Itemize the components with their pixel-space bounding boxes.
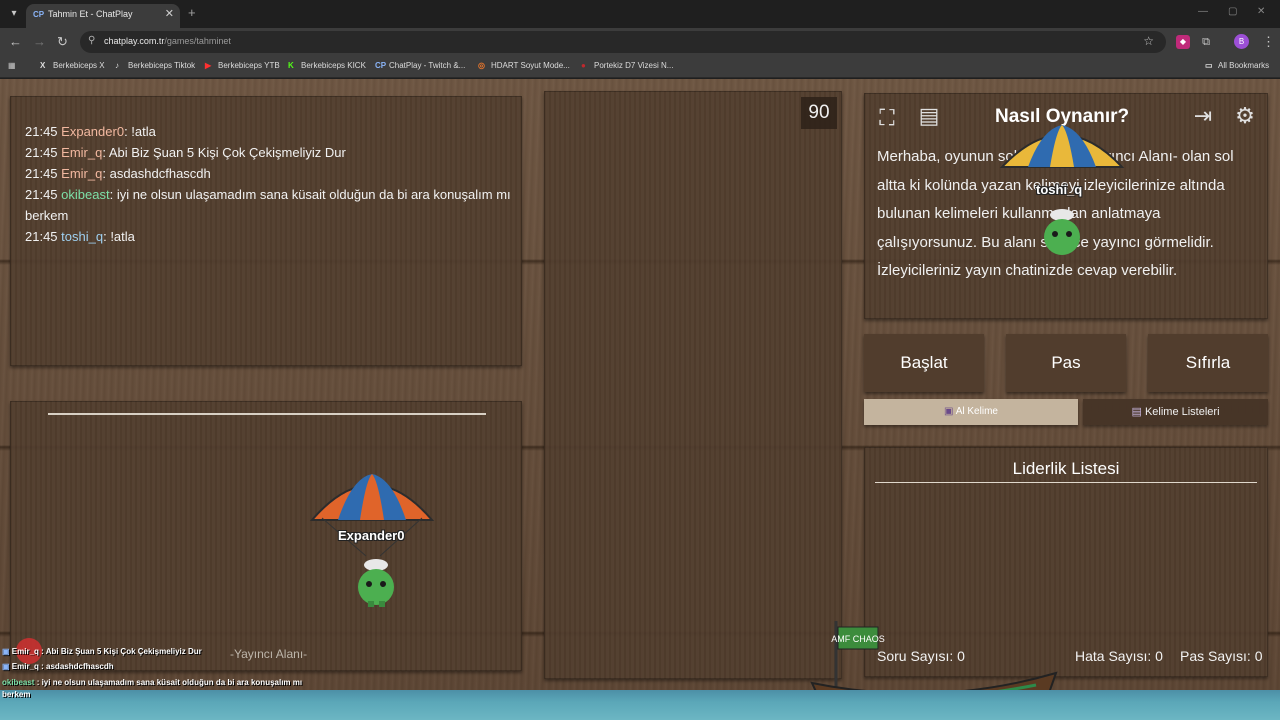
url-text: chatplay.com.tr/games/tahminet (104, 36, 231, 46)
pass-button[interactable]: Pas (1006, 334, 1126, 392)
word-icon: ▣ (944, 406, 954, 417)
streamer-panel (10, 401, 522, 671)
bookmark-item[interactable]: ♪ Berkebiceps Tiktok (115, 61, 195, 70)
chat-message: 21:45 toshi_q: !atla (25, 229, 135, 244)
close-icon[interactable]: ✕ (165, 7, 174, 20)
reload-button[interactable]: ↻ (57, 34, 68, 50)
fullscreen-icon[interactable]: ⛶ (870, 101, 904, 135)
back-button[interactable]: ← (9, 34, 22, 49)
chat-log: 21:45 Expander0: !atla 21:45 Emir_q: Abi… (25, 121, 515, 247)
overlay-chat-line: ▣ Emir_q : asdashdcfhascdh (2, 662, 114, 671)
bookmarks-bar: ▦ X Berkebiceps X ♪ Berkebiceps Tiktok ▶ Be… (0, 56, 1280, 78)
overlay-chat-line: berkem (2, 690, 31, 699)
player-name-label: toshi_q (1036, 182, 1083, 197)
pass-count: Pas Sayısı: 0 (1180, 648, 1263, 664)
leaderboard-title: Liderlik Listesi (1012, 459, 1120, 478)
word-underline (48, 413, 486, 415)
chat-username: Expander0 (61, 124, 125, 139)
overlay-chat-line: okibeast : iyi ne olsun ulaşamadım sana … (2, 678, 303, 687)
bookmark-item[interactable]: ▶ Berkebiceps YTB (205, 61, 280, 70)
bookmark-item[interactable]: K Berkebiceps KICK (288, 61, 366, 70)
chatplay-favicon-icon: CP (33, 10, 45, 19)
player-name-label: Expander0 (338, 528, 405, 543)
chatplay-logo-icon: CP (375, 61, 387, 70)
kick-logo-icon: K (288, 61, 294, 70)
bookmark-item[interactable]: CP ChatPlay - Twitch &... (375, 61, 465, 70)
center-column (544, 91, 842, 679)
forward-button[interactable]: → (33, 34, 46, 49)
tab-bar: ▾ CP Tahmin Et - ChatPlay ✕ + — ▢ ✕ (0, 0, 1280, 28)
bookmark-item[interactable]: ● Portekiz D7 Vizesi N... (581, 61, 673, 70)
apps-grid-icon[interactable]: ▦ (8, 61, 16, 70)
chat-username: toshi_q (61, 229, 104, 244)
list-icon: ▤ (1131, 406, 1142, 418)
settings-gear-icon[interactable]: ⚙ (1228, 99, 1262, 133)
logout-icon[interactable]: ⇥ (1186, 99, 1220, 133)
water-strip (0, 690, 1280, 720)
x-logo-icon: X (40, 61, 46, 70)
countdown-timer: 90 (801, 97, 837, 129)
tab-search-button[interactable]: ▾ (6, 6, 22, 22)
get-word-button[interactable]: ▣ Al Kelime (864, 399, 1078, 425)
platform-icon: ▣ (2, 647, 10, 656)
game-area: 21:45 Expander0: !atla 21:45 Emir_q: Abi… (0, 79, 1280, 720)
chat-panel: 21:45 Expander0: !atla 21:45 Emir_q: Abi… (10, 96, 522, 366)
browser-tab[interactable]: CP Tahmin Et - ChatPlay ✕ (26, 4, 180, 28)
frog-character-icon (1044, 209, 1080, 255)
maximize-button[interactable]: ▢ (1228, 6, 1237, 17)
url-host: chatplay.com.tr (104, 36, 165, 46)
start-button[interactable]: Başlat (864, 334, 984, 392)
reset-button[interactable]: Sıfırla (1148, 334, 1268, 392)
chat-message: 21:45 Emir_q: Abi Biz Şuan 5 Kişi Çok Çe… (25, 145, 346, 160)
youtube-logo-icon: ▶ (205, 61, 212, 70)
browser-menu-icon[interactable]: ⋮ (1262, 34, 1275, 50)
bookmark-item[interactable]: X Berkebiceps X (40, 61, 105, 70)
address-bar[interactable]: ⚲ chatplay.com.tr/games/tahminet ☆ (80, 31, 1166, 53)
chat-message: 21:45 okibeast: iyi ne olsun ulaşamadım … (25, 187, 511, 223)
window-close-button[interactable]: ✕ (1257, 6, 1265, 17)
folder-icon: ▭ (1205, 61, 1213, 70)
minimize-button[interactable]: — (1198, 6, 1208, 17)
chat-message: 21:45 Expander0: !atla (25, 124, 156, 139)
site-info-icon[interactable]: ⚲ (88, 35, 95, 46)
bookmark-item[interactable]: ◎ HDART Soyut Mode... (478, 61, 570, 70)
all-bookmarks-button[interactable]: ▭ All Bookmarks (1205, 61, 1269, 70)
parachute-player-toshi (999, 125, 1125, 168)
notes-icon[interactable]: ▤ (912, 99, 946, 133)
tiktok-logo-icon: ♪ (115, 61, 119, 70)
chat-username: okibeast (61, 187, 110, 202)
overlay-chat-line: ▣ Emir_q : Abi Biz Şuan 5 Kişi Çok Çekiş… (2, 647, 202, 656)
chat-username: Emir_q (61, 166, 103, 181)
new-tab-button[interactable]: + (188, 5, 196, 20)
url-path: /games/tahminet (164, 36, 231, 46)
parachute-player-expander (309, 474, 435, 557)
extensions-puzzle-icon[interactable]: ⧉ (1199, 35, 1213, 49)
navigation-bar: ← → ↻ ⚲ chatplay.com.tr/games/tahminet ☆… (0, 28, 1280, 56)
tab-title: Tahmin Et - ChatPlay (48, 9, 133, 19)
boat-sign-text: AMF CHAOS (831, 634, 885, 644)
platform-icon: ▣ (2, 662, 10, 671)
hdart-logo-icon: ◎ (478, 61, 485, 70)
portugal-flag-icon: ● (581, 61, 586, 70)
error-count: Hata Sayısı: 0 (1075, 648, 1163, 664)
chat-username: Emir_q (61, 145, 103, 160)
profile-avatar[interactable]: B (1234, 34, 1249, 49)
bookmark-star-icon[interactable]: ☆ (1143, 34, 1154, 48)
frog-character-icon (358, 559, 394, 607)
extension-icon[interactable]: ◆ (1176, 35, 1190, 49)
streamer-area-label: -Yayıncı Alanı- (230, 647, 308, 661)
chat-message: 21:45 Emir_q: asdashdcfhascdh (25, 166, 211, 181)
word-lists-button[interactable]: ▤ Kelime Listeleri (1083, 399, 1268, 425)
leaderboard-divider (875, 482, 1257, 483)
